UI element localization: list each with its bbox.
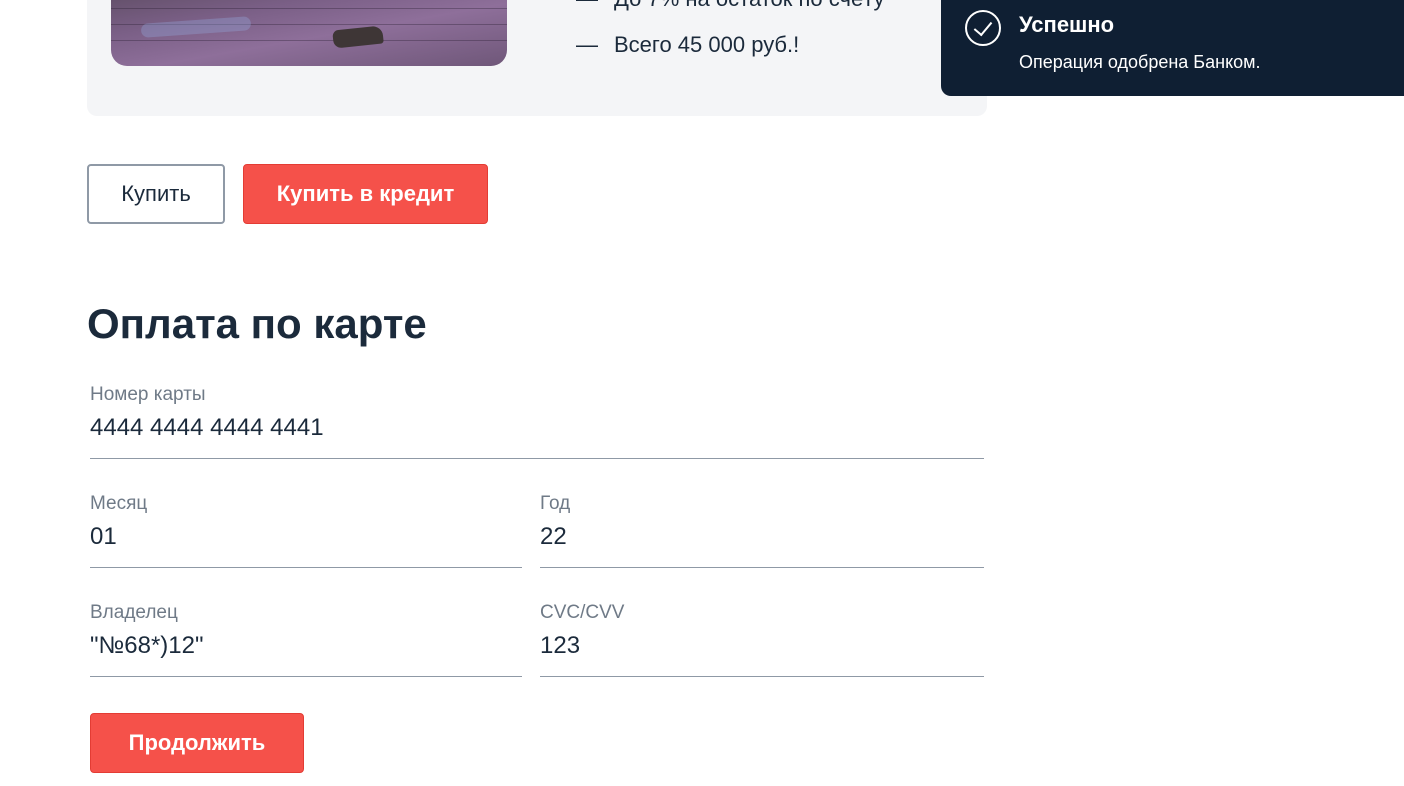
cvc-label: CVC/CVV [540, 602, 625, 623]
owner-field[interactable]: Владелец "№68*)12" [90, 602, 522, 677]
month-label: Месяц [90, 493, 148, 514]
owner-label: Владелец [90, 602, 178, 623]
offer-item-text: До 7% на остаток по счёту [614, 0, 885, 11]
photo-stain [332, 25, 384, 49]
cvc-field[interactable]: CVC/CVV 123 [540, 602, 984, 677]
notification-title: Успешно [1019, 12, 1115, 37]
payment-title: Оплата по карте [87, 300, 427, 347]
check-circle-icon [965, 10, 1001, 46]
buy-button[interactable]: Купить [87, 164, 225, 224]
card-number-input[interactable]: 4444 4444 4444 4441 [90, 414, 324, 442]
card-number-field[interactable]: Номер карты 4444 4444 4444 4441 [90, 384, 984, 459]
offer-list-item: —До 7% на остаток по счёту [576, 0, 885, 12]
photo-tile-line [111, 8, 507, 9]
success-notification: Успешно Операция одобрена Банком. [941, 0, 1404, 96]
notification-message: Операция одобрена Банком. [1019, 52, 1261, 72]
card-number-label: Номер карты [90, 384, 206, 405]
cvc-input[interactable]: 123 [540, 632, 580, 660]
month-input[interactable]: 01 [90, 523, 117, 551]
offer-image [111, 0, 507, 66]
year-label: Год [540, 493, 571, 514]
year-field[interactable]: Год 22 [540, 493, 984, 568]
month-field[interactable]: Месяц 01 [90, 493, 522, 568]
continue-button[interactable]: Продолжить [90, 713, 304, 773]
offer-item-text: Всего 45 000 руб.! [614, 32, 800, 57]
buy-credit-button[interactable]: Купить в кредит [243, 164, 488, 224]
year-input[interactable]: 22 [540, 523, 567, 551]
photo-chalk-mark [140, 16, 252, 38]
owner-input[interactable]: "№68*)12" [90, 632, 204, 660]
offer-list-item: — Всего 45 000 руб.! [576, 32, 800, 57]
photo-tile-line [111, 40, 507, 41]
